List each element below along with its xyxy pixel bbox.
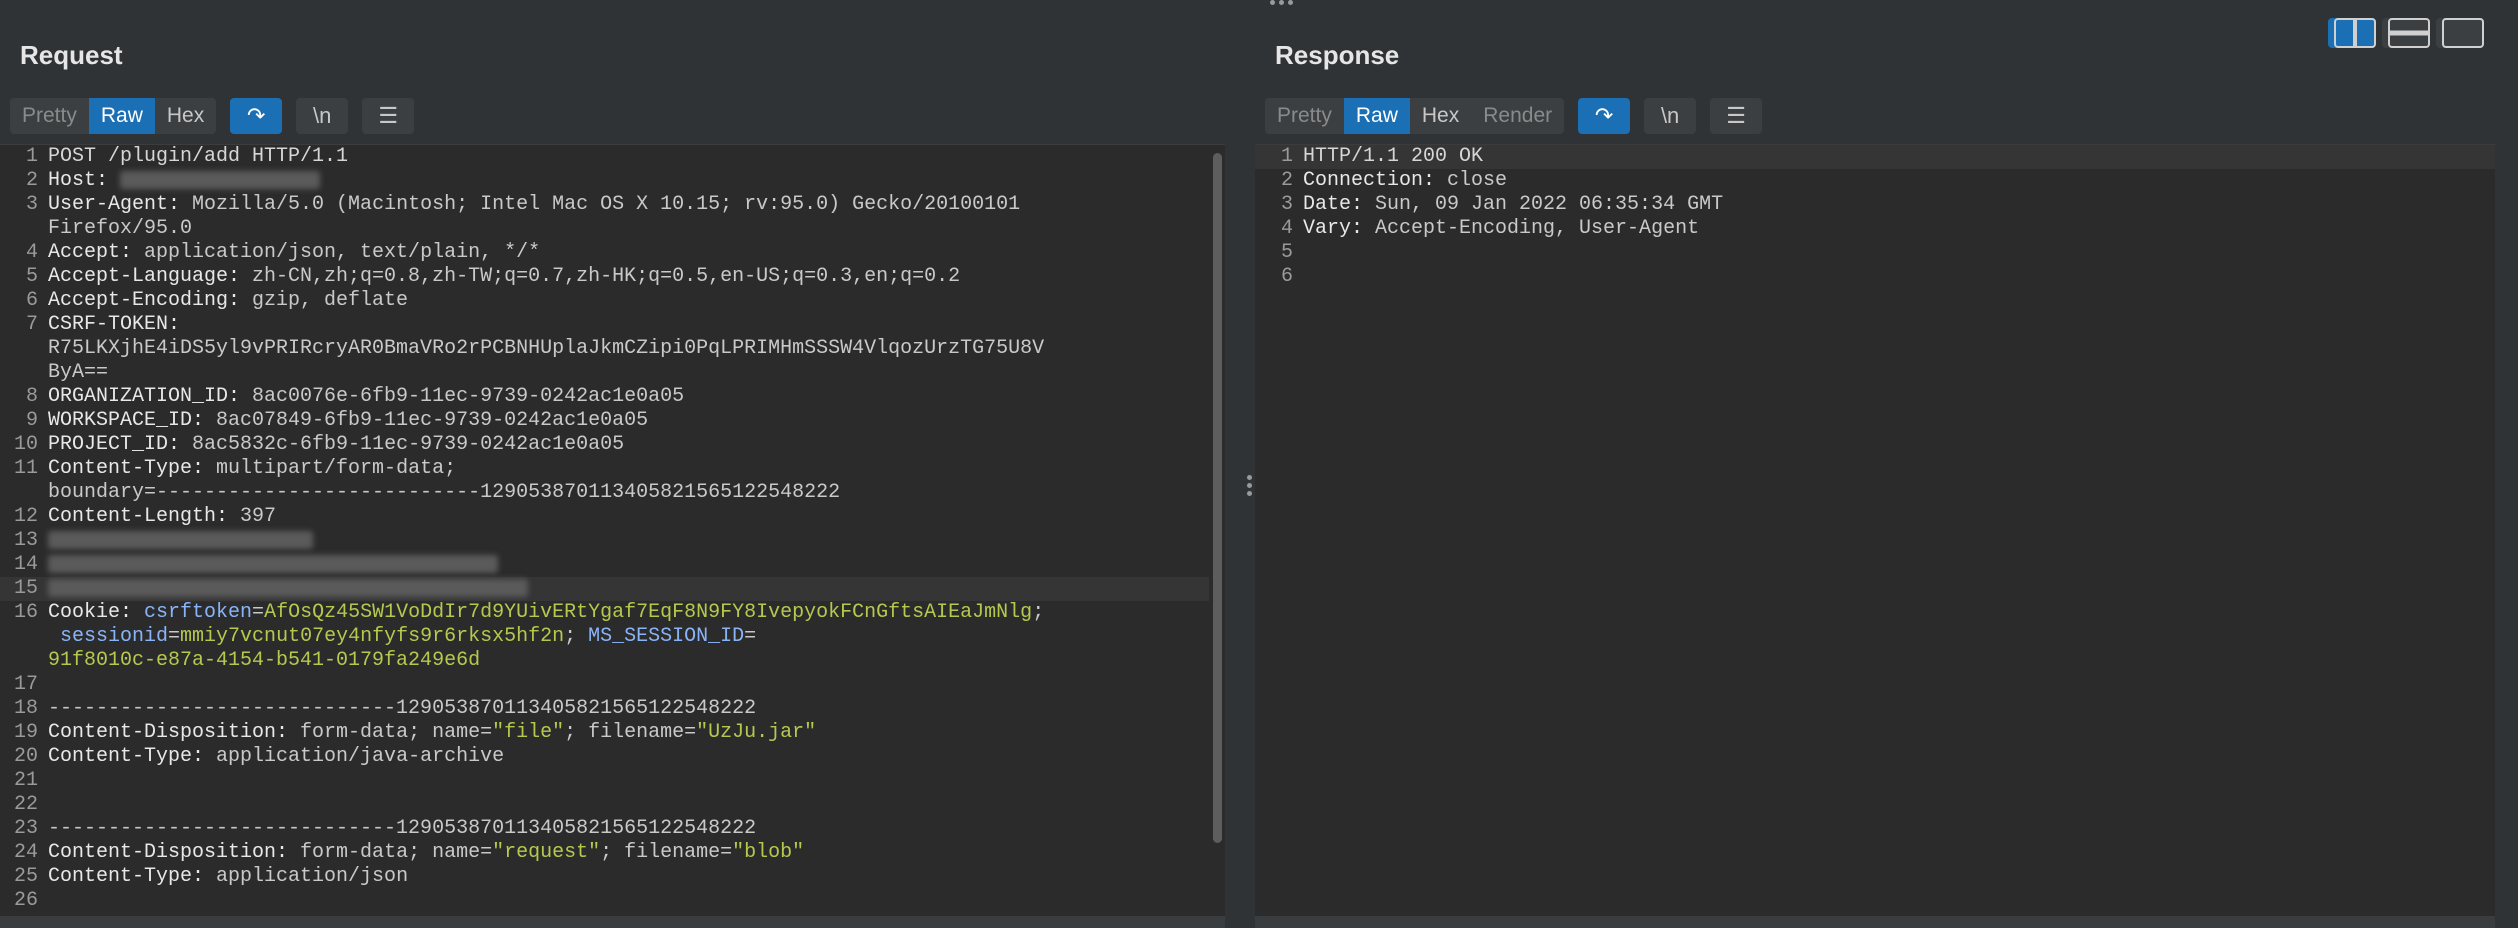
newline-label: \n bbox=[1660, 103, 1680, 128]
response-pane: Response Pretty Raw Hex Render ↷ \n ☰ 1H… bbox=[1255, 0, 2518, 928]
show-newlines-button[interactable]: \n bbox=[296, 98, 349, 134]
code-line: 4 Accept: application/json, text/plain, *… bbox=[25, 241, 541, 264]
tab-pretty[interactable]: Pretty bbox=[1265, 98, 1344, 134]
code-line: 14 bbox=[0, 553, 1225, 577]
request-view-tabs: Pretty Raw Hex bbox=[10, 98, 217, 134]
response-toolbar: Pretty Raw Hex Render ↷ \n ☰ bbox=[1265, 96, 1776, 136]
code-line: 1 HTTP/1.1 200 OK bbox=[1255, 145, 2495, 169]
code-line: 19 Content-Disposition: form-data; name="… bbox=[13, 721, 817, 744]
tab-pretty[interactable]: Pretty bbox=[10, 98, 89, 134]
menu-button[interactable]: ☰ bbox=[362, 98, 415, 134]
code-line: 17 bbox=[13, 673, 38, 696]
code-line: R75LKXjhE4iDS5yl9vPRIRcryAR0BmaVRo2rPCBN… bbox=[48, 337, 1045, 360]
grip-icon bbox=[1246, 472, 1252, 502]
hamburger-icon: ☰ bbox=[1726, 103, 1746, 128]
code-line: 26 bbox=[13, 889, 38, 912]
code-line: 15 bbox=[0, 577, 1225, 601]
hamburger-icon: ☰ bbox=[378, 103, 399, 128]
request-editor[interactable]: 1 POST /plugin/add HTTP/1.1 2 Host: 3 User-… bbox=[0, 144, 1225, 916]
wrap-icon: ↷ bbox=[1594, 103, 1614, 128]
code-line: 6 Accept-Encoding: gzip, deflate bbox=[25, 289, 409, 312]
redacted-text bbox=[48, 578, 528, 597]
code-line: 23 -----------------------------129053870… bbox=[13, 817, 757, 840]
response-view-tabs: Pretty Raw Hex Render bbox=[1265, 98, 1565, 134]
tab-hex[interactable]: Hex bbox=[1410, 98, 1471, 134]
code-line: 10 PROJECT_ID: 8ac5832c-6fb9-11ec-9739-02… bbox=[13, 433, 625, 456]
newline-label: \n bbox=[313, 103, 332, 128]
redacted-host bbox=[120, 170, 321, 189]
code-line: 6 bbox=[1280, 265, 1293, 288]
redacted-text bbox=[48, 530, 313, 549]
request-scrollbar[interactable] bbox=[1209, 145, 1225, 916]
code-line: 11 Content-Type: multipart/form-data; bbox=[13, 457, 457, 480]
code-line: sessionid=mmiy7vcnut07ey4nfyfs9r6rksx5hf… bbox=[48, 625, 757, 648]
request-pane: Request Pretty Raw Hex ↷ \n ☰ 1 POST /plu… bbox=[0, 0, 1243, 928]
code-line: 7 CSRF-TOKEN: bbox=[25, 313, 181, 336]
tab-raw[interactable]: Raw bbox=[1343, 98, 1410, 134]
code-line: 3 Date: Sun, 09 Jan 2022 06:35:34 GMT bbox=[1280, 193, 1724, 216]
pane-divider[interactable] bbox=[1243, 0, 1255, 928]
redacted-text bbox=[48, 554, 498, 573]
response-title: Response bbox=[1275, 40, 1400, 70]
request-search-bar[interactable] bbox=[0, 916, 1225, 928]
wrap-icon: ↷ bbox=[247, 103, 266, 128]
code-line: 8 ORGANIZATION_ID: 8ac0076e-6fb9-11ec-973… bbox=[25, 385, 685, 408]
code-line: 16 Cookie: csrftoken=AfOsQz45SW1VoDdIr7d9… bbox=[13, 601, 1045, 624]
code-line: 12 Content-Length: 397 bbox=[13, 505, 277, 528]
tab-hex[interactable]: Hex bbox=[155, 98, 216, 134]
code-line: 13 bbox=[0, 529, 1225, 553]
scrollbar-thumb[interactable] bbox=[1213, 153, 1222, 843]
code-line: 4 Vary: Accept-Encoding, User-Agent bbox=[1280, 217, 1700, 240]
code-line: 25 Content-Type: application/json bbox=[13, 865, 409, 888]
code-line: 1 POST /plugin/add HTTP/1.1 bbox=[25, 145, 349, 168]
request-lines: 1 POST /plugin/add HTTP/1.1 2 Host: 3 User-… bbox=[0, 145, 1225, 913]
menu-button[interactable]: ☰ bbox=[1710, 98, 1763, 134]
word-wrap-button[interactable]: ↷ bbox=[1578, 98, 1631, 134]
response-search-bar[interactable] bbox=[1255, 916, 2495, 928]
code-line: Firefox/95.0 bbox=[48, 217, 193, 240]
tab-render[interactable]: Render bbox=[1471, 98, 1564, 134]
code-line: 5 Accept-Language: zh-CN,zh;q=0.8,zh-TW;q… bbox=[25, 265, 961, 288]
code-line: 9 WORKSPACE_ID: 8ac07849-6fb9-11ec-9739-0… bbox=[25, 409, 649, 432]
code-line: 21 bbox=[13, 769, 38, 792]
code-line: 22 bbox=[13, 793, 38, 816]
tab-raw[interactable]: Raw bbox=[88, 98, 155, 134]
code-line: 24 Content-Disposition: form-data; name="… bbox=[13, 841, 805, 864]
code-line: 91f8010c-e87a-4154-b541-0179fa249e6d bbox=[48, 649, 481, 672]
code-line: 3 User-Agent: Mozilla/5.0 (Macintosh; Int… bbox=[25, 193, 1021, 216]
code-line: 18 -----------------------------129053870… bbox=[13, 697, 757, 720]
word-wrap-button[interactable]: ↷ bbox=[230, 98, 283, 134]
code-line: boundary=---------------------------1290… bbox=[48, 481, 841, 504]
code-line: 20 Content-Type: application/java-archive bbox=[13, 745, 505, 768]
code-line: ByA== bbox=[48, 361, 109, 384]
request-title: Request bbox=[20, 40, 123, 70]
response-editor[interactable]: 1 HTTP/1.1 200 OK 2 Connection: close 3 Dat… bbox=[1255, 144, 2495, 916]
response-lines: 1 HTTP/1.1 200 OK 2 Connection: close 3 Dat… bbox=[1255, 145, 2495, 289]
code-line: 2 Connection: close bbox=[1280, 169, 1508, 192]
code-line: 2 Host: bbox=[0, 169, 1225, 193]
request-toolbar: Pretty Raw Hex ↷ \n ☰ bbox=[10, 96, 428, 136]
show-newlines-button[interactable]: \n bbox=[1644, 98, 1697, 134]
code-line: 5 bbox=[1280, 241, 1293, 264]
